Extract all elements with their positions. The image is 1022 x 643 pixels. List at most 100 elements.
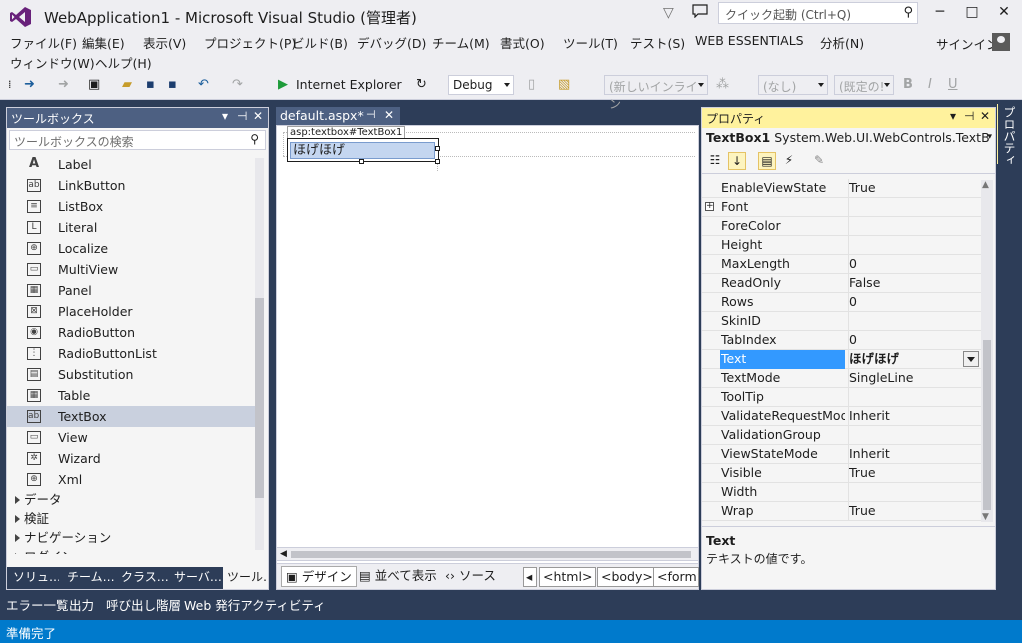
value-dropdown-button[interactable] <box>963 351 979 367</box>
properties-scrollbar[interactable]: ▲ ▼ <box>981 180 993 522</box>
close-icon[interactable]: ✕ <box>384 108 394 122</box>
property-value[interactable]: 0 <box>848 331 981 350</box>
property-value[interactable] <box>848 198 981 217</box>
start-debug-icon[interactable]: ▶ <box>278 76 288 94</box>
toolbox-item-xml[interactable]: ⊕ Xml <box>7 469 255 490</box>
property-name[interactable]: ValidationGroup <box>720 426 845 445</box>
property-value[interactable] <box>848 236 981 255</box>
save-icon[interactable]: ▪ <box>146 76 155 94</box>
menu-window[interactable]: ウィンドウ(W) <box>10 53 95 72</box>
property-row-validaterequestmode[interactable]: ValidateRequestMode Inherit <box>702 407 981 426</box>
feedback-icon[interactable] <box>692 4 708 18</box>
menu-tools[interactable]: ツール(T) <box>563 33 618 52</box>
pin-icon[interactable]: ⊣ <box>366 108 376 121</box>
properties-icon[interactable]: ▤ <box>758 152 776 170</box>
menu-test[interactable]: テスト(S) <box>630 33 685 52</box>
window-position-icon[interactable]: ▾ <box>222 109 228 123</box>
design-surface[interactable]: asp:textbox#TextBox1 ほげほげ <box>276 125 699 565</box>
property-row-height[interactable]: Height <box>702 236 981 255</box>
italic-button[interactable]: I <box>928 76 932 94</box>
user-icon[interactable] <box>992 33 1010 51</box>
toolbox-item-placeholder[interactable]: ⊠ PlaceHolder <box>7 301 255 322</box>
toolbox-group[interactable]: 検証 <box>7 509 255 528</box>
toolbox-item-textbox[interactable]: abl TextBox <box>7 406 255 427</box>
property-row-validationgroup[interactable]: ValidationGroup <box>702 426 981 445</box>
document-tab[interactable]: default.aspx* ⊣ ✕ <box>276 107 400 125</box>
property-value[interactable]: SingleLine <box>848 369 981 388</box>
property-row-forecolor[interactable]: ForeColor <box>702 217 981 236</box>
font-name-dropdown[interactable]: (なし) <box>758 75 828 95</box>
toolbox-item-listbox[interactable]: ≡ ListBox <box>7 196 255 217</box>
property-name[interactable]: SkinID <box>720 312 845 331</box>
toolbox-item-wizard[interactable]: ✲ Wizard <box>7 448 255 469</box>
property-row-width[interactable]: Width <box>702 483 981 502</box>
menu-edit[interactable]: 編集(E) <box>82 33 125 52</box>
menu-file[interactable]: ファイル(F) <box>10 33 77 52</box>
tab-web-publish-activity[interactable]: Web 発行アクティビティ <box>184 595 326 614</box>
underline-button[interactable]: U <box>948 76 958 94</box>
start-browser-button[interactable]: Internet Explorer <box>296 76 402 94</box>
save-all-icon[interactable]: ▪ <box>168 76 177 94</box>
property-row-skinid[interactable]: SkinID <box>702 312 981 331</box>
menu-web-essentials[interactable]: WEB ESSENTIALS <box>695 33 804 48</box>
property-value[interactable] <box>848 312 981 331</box>
property-value[interactable] <box>848 217 981 236</box>
toolbox-item-view[interactable]: ▭ View <box>7 427 255 448</box>
properties-side-tab[interactable]: プロパティ <box>998 104 1018 204</box>
search-icon[interactable]: ⚲ <box>903 5 913 20</box>
property-value[interactable]: True <box>848 179 981 198</box>
property-row-maxlength[interactable]: MaxLength 0 <box>702 255 981 274</box>
property-row-tooltip[interactable]: ToolTip <box>702 388 981 407</box>
property-value[interactable]: 0 <box>848 293 981 312</box>
tab-call-hierarchy[interactable]: 呼び出し階層 <box>106 595 181 614</box>
menu-view[interactable]: 表示(V) <box>143 33 186 52</box>
undo-icon[interactable]: ↶ <box>198 76 209 94</box>
search-icon[interactable]: ⚲ <box>250 132 259 146</box>
split-view-button[interactable]: ▤ 並べて表示 <box>355 566 441 587</box>
scroll-up-icon[interactable]: ▲ <box>982 180 989 190</box>
categorized-icon[interactable]: ☷ <box>706 152 724 170</box>
property-name[interactable]: MaxLength <box>720 255 845 274</box>
breadcrumb-left-icon[interactable]: ◂ <box>523 567 537 587</box>
property-value[interactable]: ほげほげ <box>848 350 981 369</box>
tab-server-explorer[interactable]: サーバ… <box>170 567 222 589</box>
property-row-readonly[interactable]: ReadOnly False <box>702 274 981 293</box>
menu-format[interactable]: 書式(O) <box>500 33 545 52</box>
window-position-icon[interactable]: ▾ <box>950 109 956 123</box>
font-size-dropdown[interactable]: (既定の! <box>834 75 894 95</box>
property-name[interactable]: Wrap <box>720 502 845 521</box>
solution-config-dropdown[interactable]: Debug <box>448 75 514 95</box>
solution-explorer-icon[interactable]: ▧ <box>558 76 570 94</box>
chevron-down-icon[interactable]: ▾ <box>987 132 992 142</box>
close-icon[interactable]: ✕ <box>253 109 263 123</box>
property-pages-icon[interactable]: ✎ <box>810 152 828 170</box>
toolbox-scrollbar[interactable] <box>255 158 264 550</box>
close-button[interactable]: ✕ <box>994 4 1014 20</box>
menu-help[interactable]: ヘルプ(H) <box>95 53 152 72</box>
property-name[interactable]: TabIndex <box>720 331 845 350</box>
menu-project[interactable]: プロジェクト(P) <box>204 33 296 52</box>
menu-team[interactable]: チーム(M) <box>432 33 490 52</box>
property-name[interactable]: Text <box>720 350 845 369</box>
property-name[interactable]: ViewStateMode <box>720 445 845 464</box>
property-name[interactable]: EnableViewState <box>720 179 845 198</box>
property-row-visible[interactable]: Visible True <box>702 464 981 483</box>
scrollbar-thumb[interactable] <box>983 340 991 510</box>
toolbox-item-radiobuttonlist[interactable]: ⋮ RadioButtonList <box>7 343 255 364</box>
toolbox-item-label[interactable]: A Label <box>7 154 255 175</box>
property-row-viewstatemode[interactable]: ViewStateMode Inherit <box>702 445 981 464</box>
minimize-button[interactable]: ─ <box>930 4 950 20</box>
scrollbar-thumb[interactable] <box>255 298 264 498</box>
alphabetical-icon[interactable]: ↓ <box>728 152 746 170</box>
property-name[interactable]: ReadOnly <box>720 274 845 293</box>
property-value[interactable]: False <box>848 274 981 293</box>
tab-toolbox[interactable]: ツール… <box>223 567 268 589</box>
property-row-font[interactable]: + Font <box>702 198 981 217</box>
source-view-button[interactable]: ‹› ソース <box>441 566 500 587</box>
property-value[interactable] <box>848 426 981 445</box>
toolbox-item-substitution[interactable]: ▤ Substitution <box>7 364 255 385</box>
block-format-dropdown[interactable]: (新しいインライン <box>604 75 708 111</box>
property-value[interactable] <box>848 388 981 407</box>
close-icon[interactable]: ✕ <box>980 109 990 123</box>
property-name[interactable]: Width <box>720 483 845 502</box>
